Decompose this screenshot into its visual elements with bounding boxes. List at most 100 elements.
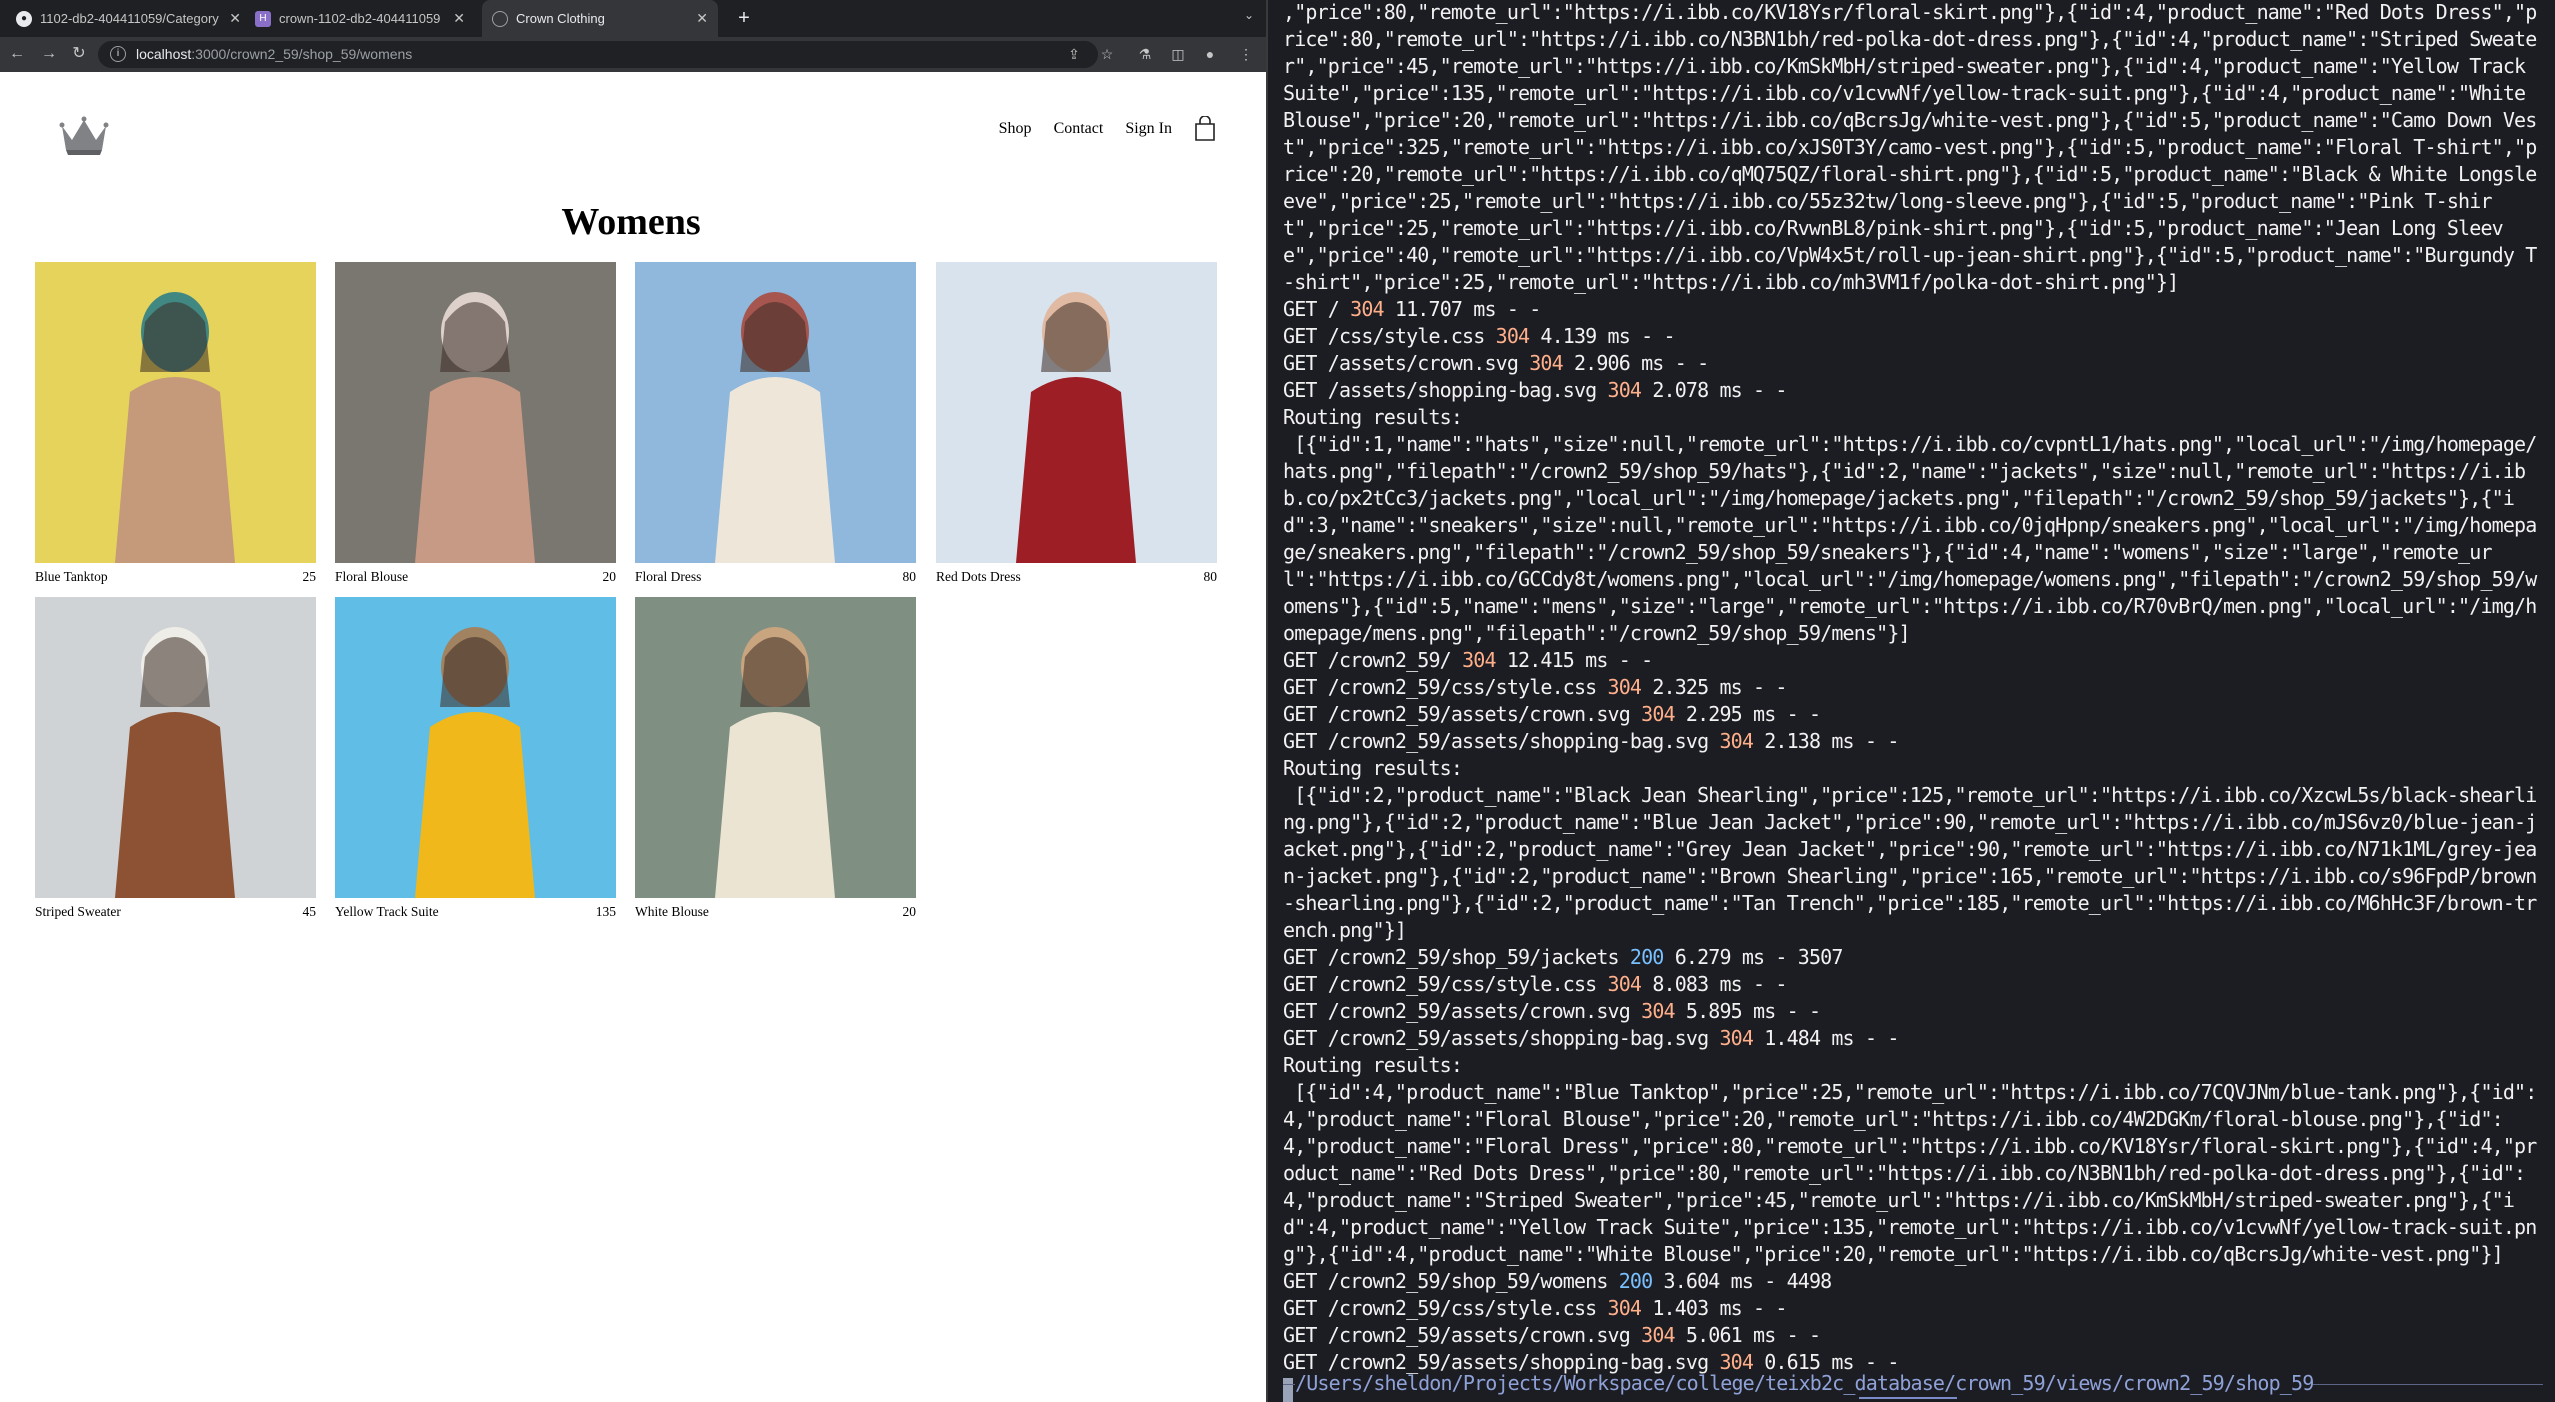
product-card[interactable]: Red Dots Dress 80 [936,262,1217,585]
terminal-request-line: GET /crown2_59/assets/crown.svg 304 5.89… [1283,998,2545,1025]
tab-heroku[interactable]: H crown-1102-db2-404411059 ✕ [245,0,475,37]
status-code: 304 [1495,324,1530,348]
status-code: 304 [1641,702,1675,726]
status-code: 304 [1641,1323,1675,1347]
menu-kebab-icon[interactable]: ⋮ [1236,44,1256,64]
close-icon[interactable]: ✕ [696,10,708,27]
address-bar[interactable]: i localhost:3000/crown2_59/shop_59/women… [98,41,1098,68]
response-time: 8.083 ms - - [1641,972,1787,996]
globe-icon [492,10,508,27]
status-code: 304 [1607,675,1642,699]
status-code: 200 [1618,1269,1653,1293]
response-time: 2.138 ms - - [1753,729,1899,753]
terminal-request-line: GET /crown2_59/assets/crown.svg 304 2.29… [1283,701,2545,728]
terminal-request-line: GET /css/style.css 304 4.139 ms - - [1283,323,2545,350]
terminal-request-line: GET / 304 11.707 ms - - [1283,296,2545,323]
chevron-down-icon[interactable]: ⌄ [1244,8,1254,22]
product-card[interactable]: Blue Tanktop 25 [35,262,316,585]
prompt-rule [2313,1384,2544,1385]
product-footer: Yellow Track Suite 135 [335,904,616,920]
product-image[interactable] [635,597,916,898]
request-path: GET /crown2_59/assets/shopping-bag.svg [1283,729,1720,753]
bookmark-star-icon[interactable]: ☆ [1097,44,1117,64]
product-footer: Floral Blouse 20 [335,569,616,585]
tab-github[interactable]: ● 1102-db2-404411059/Category ✕ [6,0,251,37]
product-card[interactable]: Striped Sweater 45 [35,597,316,920]
terminal-window[interactable]: ,"price":80,"remote_url":"https://i.ibb.… [1268,0,2555,1402]
response-time: 12.415 ms - - [1495,648,1653,672]
product-card[interactable]: Floral Blouse 20 [335,262,616,585]
nav-contact-link[interactable]: Contact [1054,120,1104,138]
response-time: 11.707 ms - - [1383,297,1541,321]
request-path: GET /assets/shopping-bag.svg [1283,378,1608,402]
status-code: 200 [1629,945,1664,969]
reload-icon[interactable]: ↻ [68,43,90,65]
terminal-output: ,"price":80,"remote_url":"https://i.ibb.… [1283,0,2545,1402]
product-name: Blue Tanktop [35,569,108,584]
product-image[interactable] [335,262,616,563]
request-path: GET /crown2_59/css/style.css [1283,675,1608,699]
tab-crown-clothing[interactable]: Crown Clothing ✕ [482,0,718,37]
product-card[interactable]: Floral Dress 80 [635,262,916,585]
product-image[interactable] [35,262,316,563]
response-time: 2.906 ms - - [1562,351,1709,375]
extensions-icon[interactable]: ⚗ [1135,44,1155,64]
tab-strip: ● 1102-db2-404411059/Category ✕ H crown-… [0,0,1266,37]
nav-shop-link[interactable]: Shop [999,120,1032,138]
status-code: 304 [1607,972,1642,996]
terminal-request-line: GET /crown2_59/assets/crown.svg 304 5.06… [1283,1322,2545,1349]
request-path: GET /crown2_59/css/style.css [1283,1296,1608,1320]
shopping-bag-icon[interactable] [1194,116,1216,142]
terminal-log-text: Routing results: [1283,1053,1463,1077]
product-image[interactable] [936,262,1217,563]
product-footer: Blue Tanktop 25 [35,569,316,585]
crown-logo-icon[interactable] [58,116,110,156]
product-footer: Striped Sweater 45 [35,904,316,920]
product-card[interactable]: Yellow Track Suite 135 [335,597,616,920]
status-code: 304 [1350,297,1384,321]
product-name: Striped Sweater [35,904,121,919]
tab-title: Crown Clothing [516,11,605,26]
terminal-request-line: GET /crown2_59/css/style.css 304 1.403 m… [1283,1295,2545,1322]
close-icon[interactable]: ✕ [229,10,241,27]
terminal-request-line: GET /crown2_59/css/style.css 304 2.325 m… [1283,674,2545,701]
terminal-log-text: Routing results: [1283,405,1463,429]
heroku-icon: H [255,10,271,27]
product-name: Floral Dress [635,569,702,584]
url-path: :3000/crown2_59/shop_59/womens [191,46,413,62]
response-time: 2.325 ms - - [1641,675,1787,699]
url-host: localhost [136,46,192,62]
product-card[interactable]: White Blouse 20 [635,597,916,920]
product-name: Yellow Track Suite [335,904,439,919]
response-time: 2.078 ms - - [1641,378,1787,402]
url-text: localhost:3000/crown2_59/shop_59/womens [136,46,412,62]
status-code: 304 [1719,729,1754,753]
share-icon[interactable]: ⇪ [1064,44,1084,64]
status-code: 304 [1641,999,1675,1023]
browser-toolbar: ← → ↻ i localhost:3000/crown2_59/shop_59… [0,37,1266,72]
response-time: 4.139 ms - - [1529,324,1675,348]
product-price: 45 [302,904,317,919]
forward-icon[interactable]: → [38,43,60,65]
nav-sign-in-link[interactable]: Sign In [1125,120,1172,138]
request-path: GET /crown2_59/shop_59/jackets [1283,945,1630,969]
request-path: GET /crown2_59/css/style.css [1283,972,1608,996]
product-image[interactable] [35,597,316,898]
response-time: 1.403 ms - - [1641,1296,1787,1320]
close-icon[interactable]: ✕ [453,10,465,27]
product-footer: Floral Dress 80 [635,569,916,585]
product-image[interactable] [635,262,916,563]
request-path: GET / [1283,297,1351,321]
product-image[interactable] [335,597,616,898]
request-path: GET /assets/crown.svg [1283,351,1530,375]
product-price: 80 [1203,569,1218,584]
back-icon[interactable]: ← [6,43,28,65]
terminal-request-line: GET /crown2_59/shop_59/jackets 200 6.279… [1283,944,2545,971]
info-icon[interactable]: i [110,46,126,62]
new-tab-button[interactable]: + [732,6,756,30]
product-price: 20 [602,569,617,584]
response-time: 2.295 ms - - [1674,702,1821,726]
profile-icon[interactable]: ● [1200,44,1220,64]
response-time: 3.604 ms - 4498 [1652,1269,1833,1293]
side-panel-icon[interactable]: ◫ [1168,44,1188,64]
